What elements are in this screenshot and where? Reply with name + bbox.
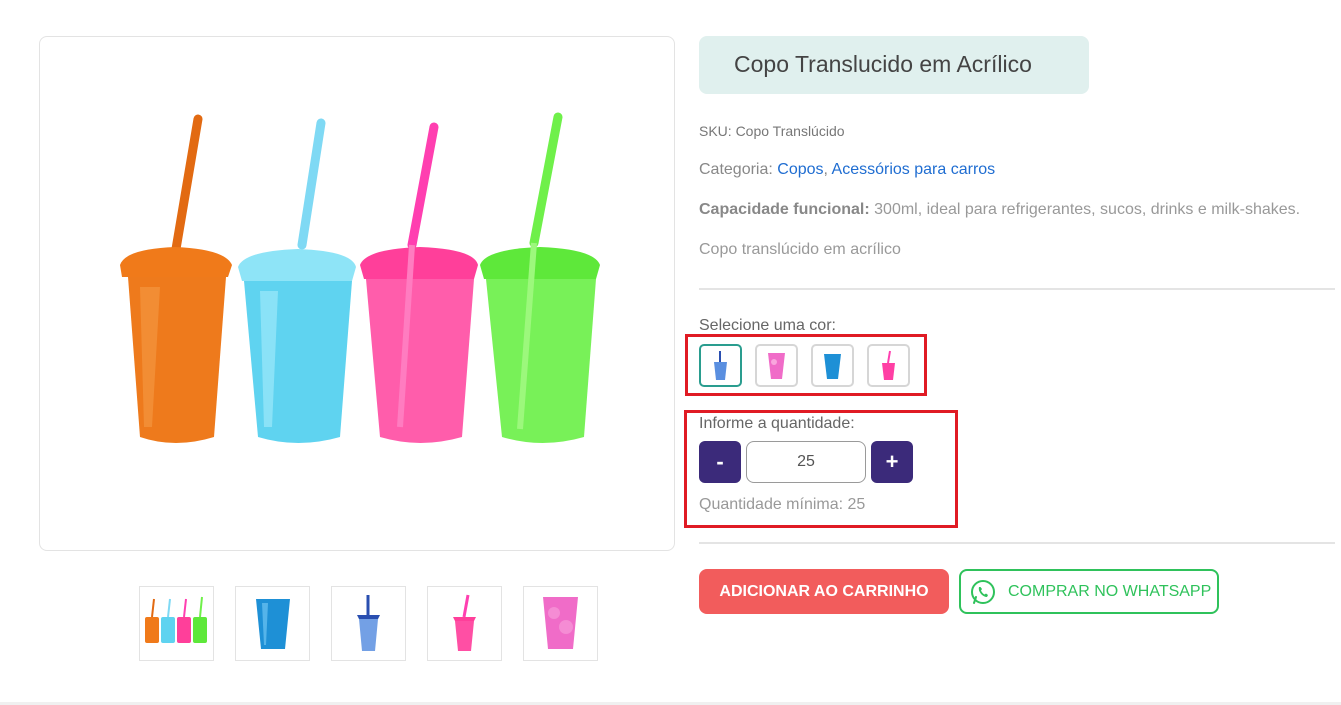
product-title: Copo Translucido em Acrílico bbox=[734, 51, 1032, 77]
four-cups-thumbnail-icon bbox=[145, 596, 207, 643]
color-select-label: Selecione uma cor: bbox=[699, 317, 836, 334]
color-option-blue-straw[interactable] bbox=[699, 344, 742, 387]
thumbnail-pink-cup-straw[interactable] bbox=[427, 586, 502, 661]
blue-cup-icon bbox=[824, 354, 841, 379]
blue-cup-with-straw-icon bbox=[714, 351, 727, 380]
pink-cup-straw-thumbnail-icon bbox=[453, 594, 476, 651]
blue-cup-straw-thumbnail-icon bbox=[357, 595, 380, 651]
quantity-label: Informe a quantidade: bbox=[699, 415, 855, 432]
whatsapp-button-label: COMPRAR NO WHATSAPP bbox=[1008, 582, 1212, 600]
product-description: Copo translúcido em acrílico bbox=[699, 241, 901, 258]
category-link-copos[interactable]: Copos bbox=[777, 161, 823, 178]
product-title-box: Copo Translucido em Acrílico bbox=[699, 36, 1089, 94]
product-main-image bbox=[39, 36, 675, 551]
category-label: Categoria: bbox=[699, 161, 773, 178]
divider bbox=[699, 542, 1335, 544]
capacity-text: 300ml, ideal para refrigerantes, sucos, … bbox=[874, 201, 1301, 218]
quantity-decrease-button[interactable]: - bbox=[699, 441, 741, 483]
pink-cup-thumbnail-icon bbox=[543, 597, 578, 649]
four-cups-image bbox=[120, 112, 600, 443]
category-link-acessorios[interactable]: Acessórios para carros bbox=[832, 161, 996, 178]
product-sku: SKU: Copo Translúcido bbox=[699, 123, 845, 139]
thumbnail-pink-cup[interactable] bbox=[523, 586, 598, 661]
divider bbox=[699, 288, 1335, 290]
thumbnail-strip bbox=[139, 586, 598, 661]
blue-cup-thumbnail-icon bbox=[256, 599, 290, 649]
whatsapp-icon bbox=[971, 579, 995, 604]
add-to-cart-button[interactable]: ADICIONAR AO CARRINHO bbox=[699, 569, 949, 614]
minimum-quantity-text: Quantidade mínima: 25 bbox=[699, 496, 866, 513]
thumbnail-four-cups[interactable] bbox=[139, 586, 214, 661]
quantity-input[interactable] bbox=[746, 441, 866, 483]
color-option-pink-straw[interactable] bbox=[867, 344, 910, 387]
pink-cup-with-straw-icon bbox=[882, 350, 895, 380]
quantity-increase-button[interactable]: + bbox=[871, 441, 913, 483]
buy-whatsapp-button[interactable]: COMPRAR NO WHATSAPP bbox=[959, 569, 1219, 614]
category-separator: , bbox=[823, 161, 828, 178]
color-option-pink[interactable] bbox=[755, 344, 798, 387]
capacity-label: Capacidade funcional: bbox=[699, 201, 870, 218]
product-categories: Categoria: Copos, Acessórios para carros bbox=[699, 161, 995, 179]
pink-cup-icon bbox=[768, 353, 785, 379]
thumbnail-blue-cup[interactable] bbox=[235, 586, 310, 661]
product-capacity: Capacidade funcional: 300ml, ideal para … bbox=[699, 201, 1300, 219]
color-option-blue[interactable] bbox=[811, 344, 854, 387]
thumbnail-blue-cup-straw[interactable] bbox=[331, 586, 406, 661]
